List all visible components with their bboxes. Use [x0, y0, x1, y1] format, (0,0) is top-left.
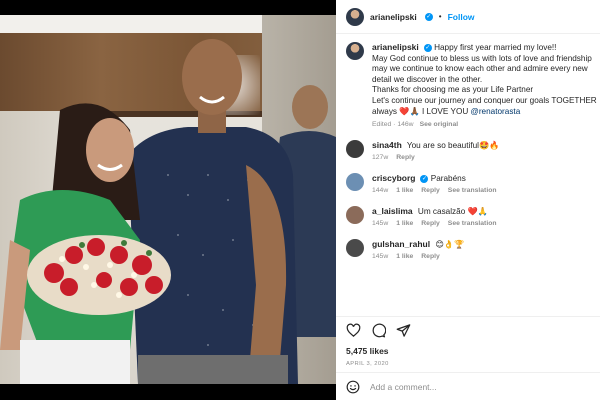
comment-item: gulshan_rahul 😊👌🏆 145w 1 like Reply	[346, 239, 600, 260]
commenter-avatar[interactable]	[346, 173, 364, 192]
caption-author-avatar[interactable]	[346, 42, 364, 60]
post-sidebar: arianelipski ✓ • Follow arianelipski ✓ Ha…	[336, 0, 600, 400]
comment-text: Parabéns	[430, 174, 466, 184]
see-original-button[interactable]: See original	[420, 121, 459, 128]
likes-count[interactable]: 5,475 likes	[336, 344, 600, 358]
commenter-avatar[interactable]	[346, 206, 364, 225]
author-avatar[interactable]	[346, 7, 364, 26]
share-icon[interactable]	[396, 323, 411, 338]
caption-text: arianelipski ✓ Happy first year married m…	[372, 42, 597, 116]
author-username[interactable]: arianelipski	[370, 12, 417, 22]
comment-text: Um casalzão ❤️🙏	[417, 207, 488, 217]
post-actions	[336, 316, 600, 344]
commenter-username[interactable]: a_laislima	[372, 206, 413, 216]
caption-meta: Edited · 146w See original	[372, 121, 459, 129]
rose-bouquet	[27, 235, 171, 315]
comment-age: 127w	[372, 154, 389, 162]
comment-item: sina4th You are so beautiful🤩🔥 127w Repl…	[346, 140, 600, 161]
commenter-username[interactable]: sina4th	[372, 140, 402, 150]
reply-button[interactable]: Reply	[421, 220, 440, 227]
comment-likes[interactable]: 1 like	[396, 253, 413, 260]
comment-text: You are so beautiful🤩🔥	[406, 141, 500, 151]
verified-badge-icon: ✓	[423, 43, 432, 52]
reply-button[interactable]: Reply	[421, 187, 440, 194]
comment-age: 144w	[372, 187, 389, 195]
comment-text: 😊👌🏆	[435, 240, 465, 250]
see-translation-button[interactable]: See translation	[448, 187, 497, 194]
heart-icon[interactable]	[346, 323, 361, 338]
post-photo	[0, 15, 336, 384]
verified-badge-icon: ✓	[420, 174, 429, 183]
emoji-icon[interactable]	[346, 380, 360, 394]
comment-age: 145w	[372, 253, 389, 261]
commenter-username[interactable]: gulshan_rahul	[372, 239, 430, 249]
see-translation-button[interactable]: See translation	[448, 220, 497, 227]
comment-age: 145w	[372, 220, 389, 228]
post-date: APRIL 3, 2020	[346, 361, 389, 367]
commenter-avatar[interactable]	[346, 239, 364, 258]
post-viewer: arianelipski ✓ • Follow arianelipski ✓ Ha…	[0, 0, 600, 400]
add-comment-bar: Add a comment...	[336, 372, 600, 400]
commenter-username[interactable]: criscyborg	[372, 173, 415, 183]
reply-button[interactable]: Reply	[421, 253, 440, 260]
caption: arianelipski ✓ Happy first year married m…	[346, 42, 600, 128]
post-header: arianelipski ✓ • Follow	[336, 0, 600, 34]
follow-button[interactable]: Follow	[448, 12, 475, 22]
verified-badge-icon: ✓	[424, 12, 433, 21]
caption-username[interactable]: arianelipski	[372, 42, 419, 52]
comment-likes[interactable]: 1 like	[396, 220, 413, 227]
commenter-avatar[interactable]	[346, 140, 364, 159]
comment-icon[interactable]	[371, 323, 386, 338]
comment-item: criscyborg ✓ Parabéns 144w 1 like Reply S…	[346, 173, 600, 194]
comment-item: a_laislima Um casalzão ❤️🙏 145w 1 like R…	[346, 206, 600, 227]
separator-dot: •	[438, 12, 442, 21]
comment-likes[interactable]: 1 like	[396, 187, 413, 194]
post-media[interactable]	[0, 0, 336, 400]
mention-link[interactable]: @renatorasta	[471, 107, 521, 116]
comments-list[interactable]: arianelipski ✓ Happy first year married m…	[336, 34, 600, 316]
reply-button[interactable]: Reply	[396, 154, 415, 161]
add-comment-input[interactable]: Add a comment...	[370, 382, 437, 392]
